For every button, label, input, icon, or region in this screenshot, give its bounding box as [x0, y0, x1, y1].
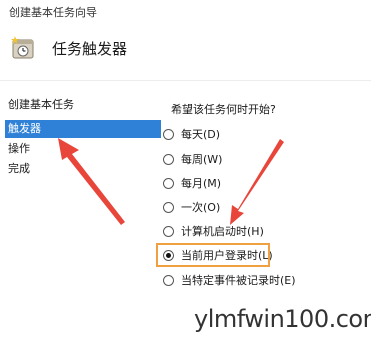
annotation-arrows [58, 138, 284, 225]
arrow-to-user-logon [230, 139, 284, 225]
watermark: ylmfwin100.com [194, 305, 371, 333]
arrow-to-trigger [58, 138, 125, 225]
